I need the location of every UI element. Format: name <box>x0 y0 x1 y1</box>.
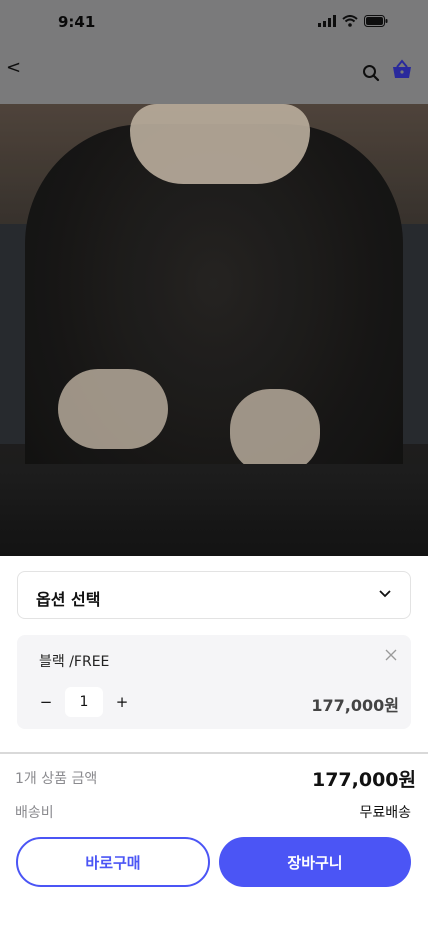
divider <box>0 752 428 754</box>
top-header: < <box>0 46 428 104</box>
selected-option-item: 블랙 /FREE − 1 + 177,000원 <box>17 635 411 729</box>
option-bottom-sheet: 옵션 선택 블랙 /FREE − 1 + 177,000원 1개 상품 금액 1… <box>0 556 428 926</box>
option-select-label: 옵션 선택 <box>36 590 101 609</box>
selected-option-name: 블랙 /FREE <box>39 654 110 670</box>
status-icons <box>318 15 388 27</box>
top-area: 9:41 < <box>0 0 428 556</box>
product-option-screen: 9:41 < 옵션 선택 블랙 /FREE − 1 + 177,000원 1개 … <box>0 0 428 926</box>
shipping-value: 무료배송 <box>359 805 411 821</box>
buy-now-button[interactable]: 바로구매 <box>16 837 210 887</box>
total-amount-label: 1개 상품 금액 <box>15 771 98 787</box>
status-bar: 9:41 <box>0 0 428 46</box>
decrease-button[interactable]: − <box>35 691 57 713</box>
quantity-value[interactable]: 1 <box>65 687 103 717</box>
total-amount-value: 177,000원 <box>311 769 416 791</box>
image-right-cuff-shape <box>230 389 320 474</box>
battery-icon <box>364 15 388 27</box>
close-icon[interactable] <box>385 649 397 661</box>
increase-button[interactable]: + <box>111 691 133 713</box>
selected-option-price: 177,000원 <box>311 696 399 715</box>
image-collar-shape <box>130 104 310 184</box>
image-legs-shape <box>0 464 428 556</box>
chevron-down-icon <box>379 590 391 598</box>
search-icon[interactable] <box>362 64 380 82</box>
add-to-cart-button[interactable]: 장바구니 <box>219 837 411 887</box>
option-select-dropdown[interactable]: 옵션 선택 <box>17 571 411 619</box>
back-button[interactable]: < <box>6 58 26 82</box>
image-left-cuff-shape <box>58 369 168 449</box>
shipping-label: 배송비 <box>15 805 54 821</box>
product-image <box>0 104 428 556</box>
basket-icon[interactable] <box>390 58 414 82</box>
status-time: 9:41 <box>58 13 96 31</box>
signal-icon <box>318 15 336 27</box>
wifi-icon <box>342 15 358 27</box>
quantity-stepper: − 1 + <box>35 687 133 717</box>
